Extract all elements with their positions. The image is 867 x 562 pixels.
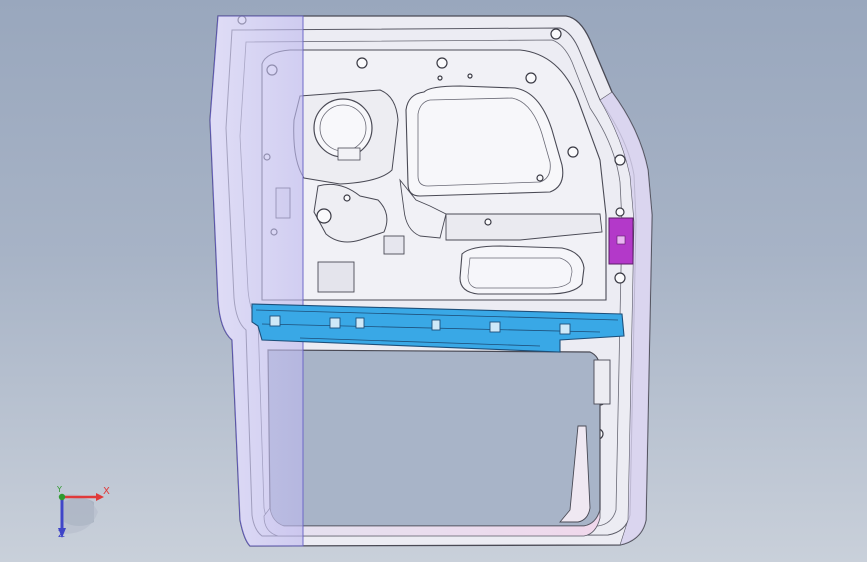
lower-window-opening	[267, 349, 601, 527]
axis-y-label: Y	[57, 485, 62, 494]
selection-highlight	[209, 15, 304, 547]
latch-pocket-2	[317, 261, 355, 293]
cad-viewport[interactable]: X Y Z	[0, 0, 867, 562]
axis-z-label: Z	[58, 529, 65, 540]
axis-x-label: X	[103, 486, 110, 497]
door-inner-panel-model[interactable]	[0, 0, 867, 562]
latch-bracket-slot	[616, 235, 626, 245]
speaker-tab	[337, 147, 361, 161]
access-hole-lower	[459, 245, 585, 295]
latch-pocket	[383, 235, 405, 255]
hinge-bracket	[593, 359, 611, 405]
